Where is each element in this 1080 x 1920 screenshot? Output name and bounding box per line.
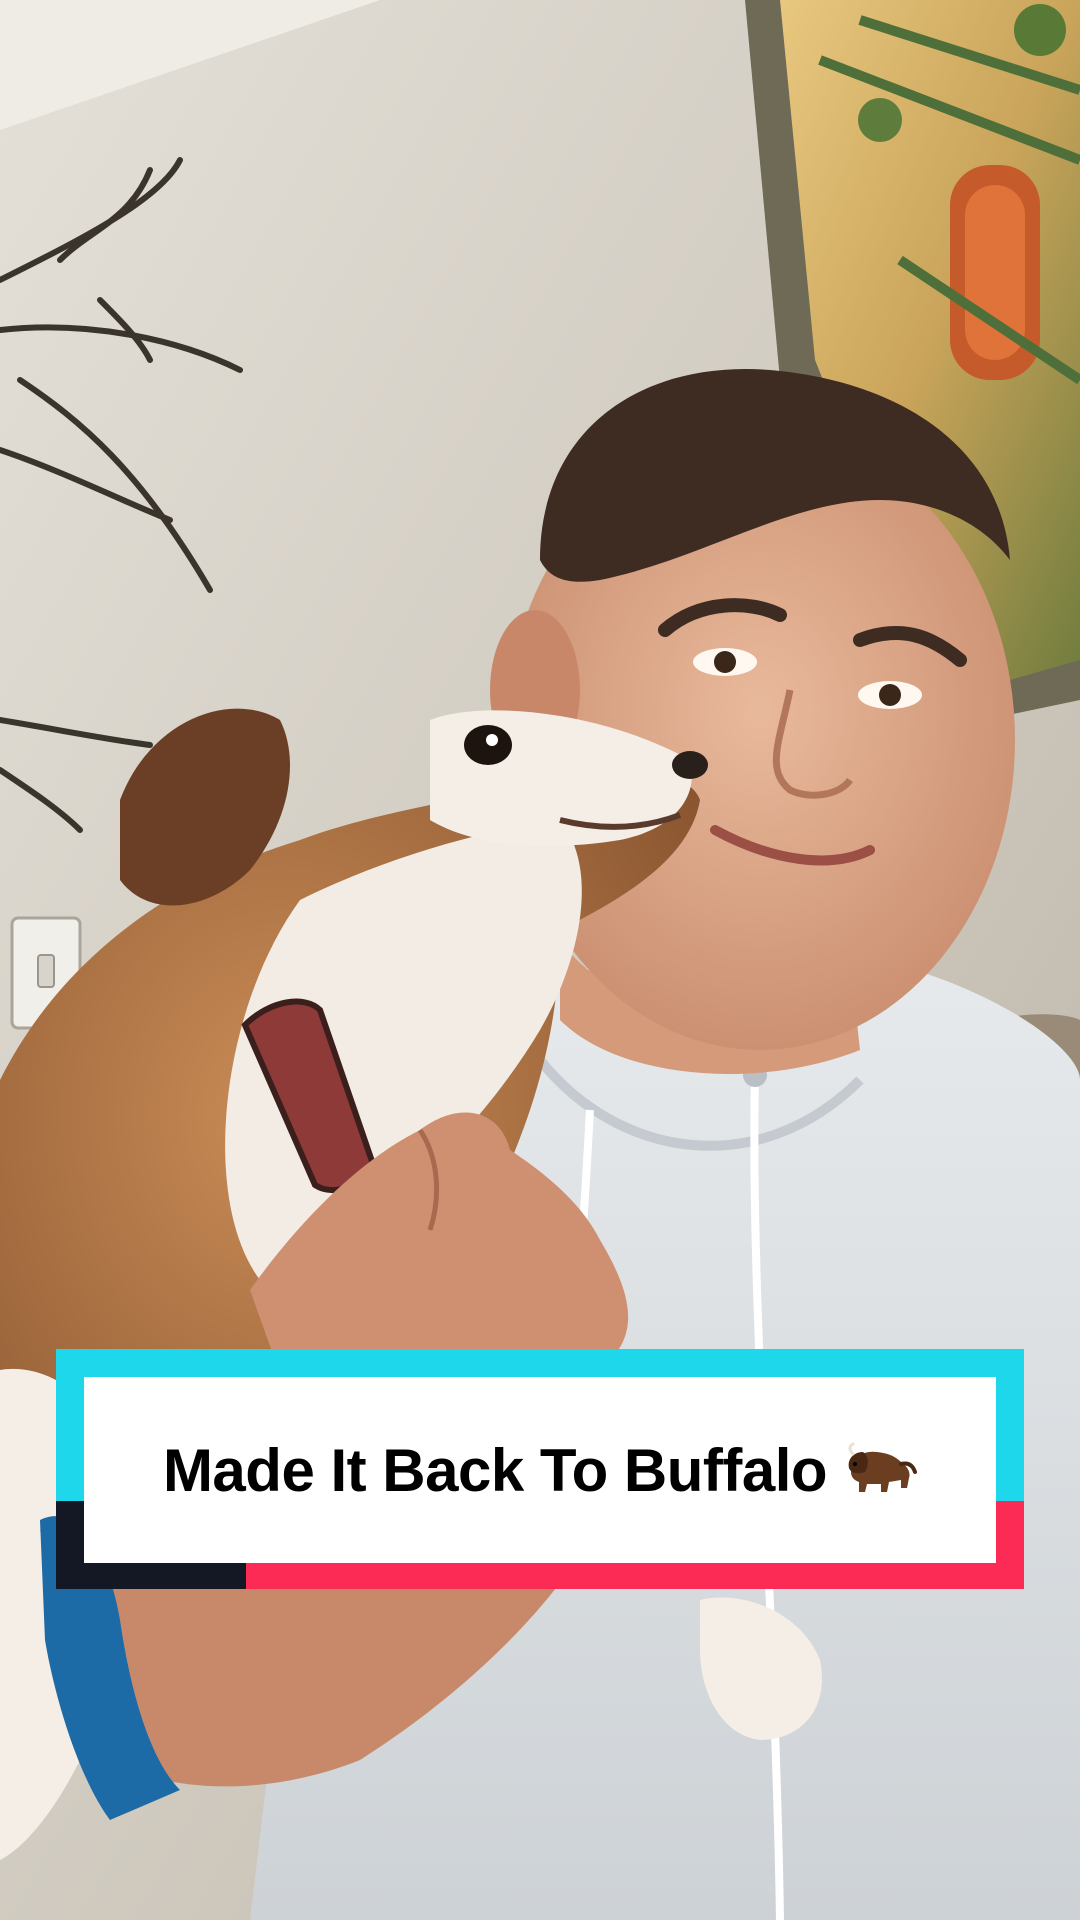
scene-photo (0, 0, 1080, 1920)
bison-icon (843, 1442, 918, 1498)
caption-banner: Made It Back To Buffalo (56, 1349, 1024, 1589)
caption-text: Made It Back To Buffalo (162, 1436, 828, 1504)
caption-label: Made It Back To Buffalo (162, 1436, 918, 1505)
caption-box: Made It Back To Buffalo (84, 1377, 996, 1563)
video-frame (0, 0, 1080, 1920)
